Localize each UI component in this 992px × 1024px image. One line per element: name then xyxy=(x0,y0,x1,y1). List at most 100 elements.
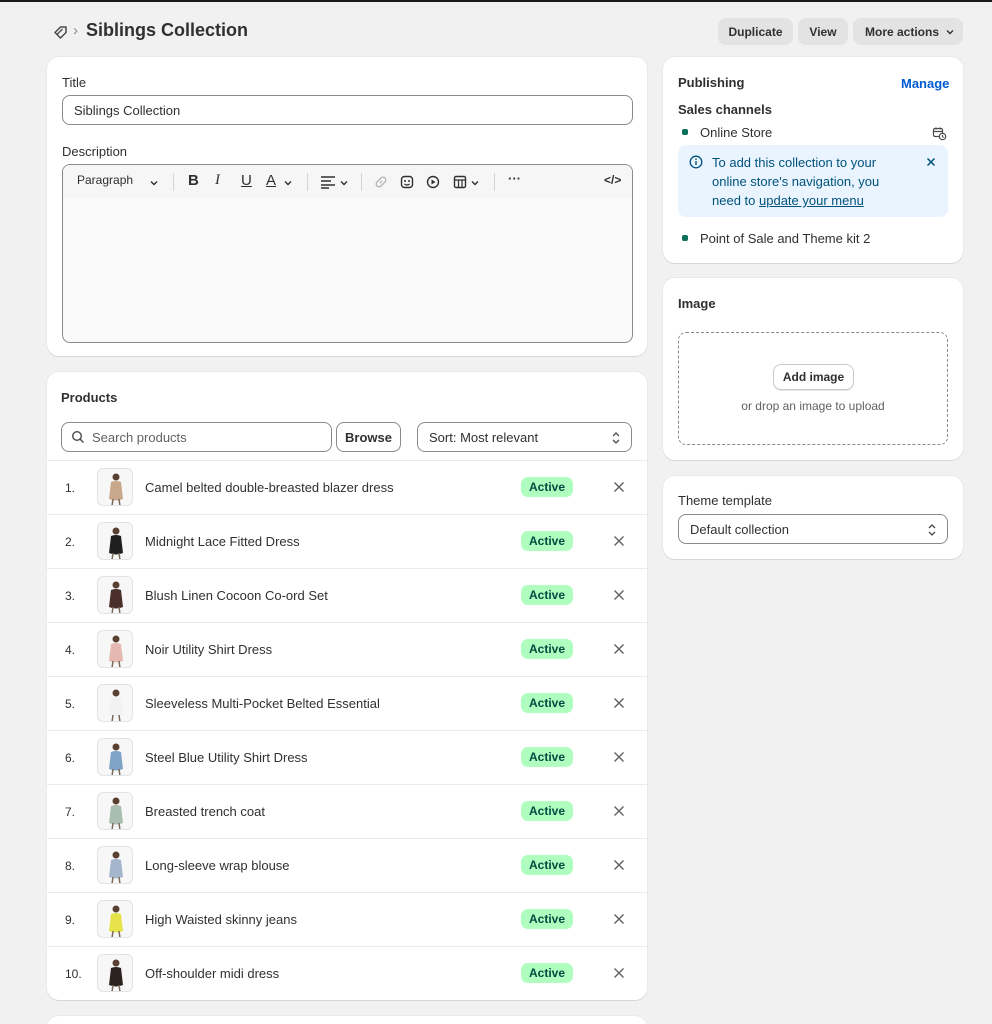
close-icon[interactable] xyxy=(926,157,936,167)
italic-button[interactable]: I xyxy=(215,172,220,189)
product-index: 10. xyxy=(65,967,82,981)
channel-online-store: Online Store xyxy=(700,125,773,140)
select-arrows-icon xyxy=(928,524,936,536)
remove-product-icon[interactable] xyxy=(610,478,628,496)
more-formatting-button[interactable]: ··· xyxy=(508,171,521,186)
product-row[interactable]: 5. Sleeveless Multi-Pocket Belted Essenti… xyxy=(47,676,647,730)
product-index: 9. xyxy=(65,913,76,927)
product-index: 1. xyxy=(65,481,76,495)
image-card: Image Add image or drop an image to uplo… xyxy=(663,278,963,460)
product-name[interactable]: Breasted trench coat xyxy=(145,804,265,819)
product-name[interactable]: Noir Utility Shirt Dress xyxy=(145,642,272,657)
editor-toolbar: Paragraph B I U A ··· </> xyxy=(63,165,632,199)
product-name[interactable]: Long-sleeve wrap blouse xyxy=(145,858,290,873)
remove-product-icon[interactable] xyxy=(610,586,628,604)
view-button[interactable]: View xyxy=(798,18,848,45)
product-name[interactable]: High Waisted skinny jeans xyxy=(145,912,297,927)
toolbar-divider xyxy=(173,173,174,191)
product-row[interactable]: 6. Steel Blue Utility Shirt Dress Active xyxy=(47,730,647,784)
description-text-area[interactable] xyxy=(63,199,632,342)
theme-template-card: Theme template Default collection xyxy=(663,476,963,559)
product-row[interactable]: 3. Blush Linen Cocoon Co-ord Set Active xyxy=(47,568,647,622)
product-name[interactable]: Steel Blue Utility Shirt Dress xyxy=(145,750,308,765)
theme-template-select[interactable]: Default collection xyxy=(678,514,948,544)
remove-product-icon[interactable] xyxy=(610,856,628,874)
product-row[interactable]: 7. Breasted trench coat Active xyxy=(47,784,647,838)
status-badge: Active xyxy=(521,585,574,605)
title-label: Title xyxy=(62,75,87,90)
product-row[interactable]: 9. High Waisted skinny jeans Active xyxy=(47,892,647,946)
product-name[interactable]: Midnight Lace Fitted Dress xyxy=(145,534,300,549)
product-thumbnail xyxy=(97,954,133,992)
search-products-input[interactable]: Search products xyxy=(61,422,332,452)
remove-product-icon[interactable] xyxy=(610,748,628,766)
product-index: 6. xyxy=(65,751,76,765)
product-model-figure xyxy=(109,959,123,991)
product-thumbnail xyxy=(97,738,133,776)
remove-product-icon[interactable] xyxy=(610,694,628,712)
status-badge: Active xyxy=(521,477,574,497)
link-icon[interactable] xyxy=(374,175,388,189)
product-name[interactable]: Camel belted double-breasted blazer dres… xyxy=(145,480,394,495)
product-name[interactable]: Off-shoulder midi dress xyxy=(145,966,279,981)
title-input-value: Siblings Collection xyxy=(74,102,181,118)
search-icon xyxy=(71,430,84,443)
banner-message: To add this collection to your online st… xyxy=(712,153,908,210)
remove-product-icon[interactable] xyxy=(610,964,628,982)
product-model-figure xyxy=(109,527,123,559)
image-heading: Image xyxy=(678,296,716,311)
publishing-heading: Publishing xyxy=(678,75,745,90)
product-model-figure xyxy=(109,905,123,937)
bold-button[interactable]: B xyxy=(188,172,199,189)
product-model-figure xyxy=(109,581,123,613)
product-index: 2. xyxy=(65,535,76,549)
image-dropzone[interactable]: Add image or drop an image to upload xyxy=(678,332,948,445)
channel-status-dot xyxy=(682,235,688,241)
image-insert-icon[interactable] xyxy=(400,175,414,189)
product-row[interactable]: 2. Midnight Lace Fitted Dress Active xyxy=(47,514,647,568)
product-name[interactable]: Sleeveless Multi-Pocket Belted Essential xyxy=(145,696,380,711)
remove-product-icon[interactable] xyxy=(610,640,628,658)
next-card xyxy=(47,1016,647,1024)
title-input[interactable]: Siblings Collection xyxy=(62,95,633,125)
remove-product-icon[interactable] xyxy=(610,532,628,550)
browse-button[interactable]: Browse xyxy=(336,422,401,452)
status-badge: Active xyxy=(521,909,574,929)
breadcrumb-separator: › xyxy=(73,22,78,39)
product-row[interactable]: 1. Camel belted double-breasted blazer dr… xyxy=(47,460,647,514)
table-insert-icon[interactable] xyxy=(453,175,467,189)
text-color-button[interactable]: A xyxy=(266,172,276,189)
status-badge: Active xyxy=(521,639,574,659)
description-editor[interactable]: Paragraph B I U A ··· </> xyxy=(62,164,633,343)
product-model-figure xyxy=(109,473,123,505)
sort-select[interactable]: Sort: Most relevant xyxy=(417,422,632,452)
manage-link[interactable]: Manage xyxy=(901,76,949,91)
video-insert-icon[interactable] xyxy=(426,175,440,189)
collection-tag-icon[interactable] xyxy=(52,23,70,41)
paragraph-format-select[interactable]: Paragraph xyxy=(77,173,133,187)
align-left-icon[interactable] xyxy=(320,175,336,189)
duplicate-button[interactable]: Duplicate xyxy=(718,18,793,45)
product-thumbnail xyxy=(97,792,133,830)
more-actions-button[interactable]: More actions xyxy=(853,18,963,45)
remove-product-icon[interactable] xyxy=(610,910,628,928)
product-row[interactable]: 4. Noir Utility Shirt Dress Active xyxy=(47,622,647,676)
product-row[interactable]: 10. Off-shoulder midi dress Active xyxy=(47,946,647,1000)
page-header: › Siblings Collection Duplicate View Mor… xyxy=(0,2,992,60)
underline-button[interactable]: U xyxy=(241,172,252,189)
page-title: Siblings Collection xyxy=(86,20,249,40)
show-html-button[interactable]: </> xyxy=(604,173,621,187)
product-thumbnail xyxy=(97,468,133,506)
product-model-figure xyxy=(109,635,123,667)
status-badge: Active xyxy=(521,801,574,821)
details-card: Title Siblings Collection Description Pa… xyxy=(47,57,647,356)
schedule-calendar-icon[interactable] xyxy=(932,126,947,141)
update-menu-link[interactable]: update your menu xyxy=(759,193,864,208)
product-name[interactable]: Blush Linen Cocoon Co-ord Set xyxy=(145,588,328,603)
remove-product-icon[interactable] xyxy=(610,802,628,820)
product-row[interactable]: 8. Long-sleeve wrap blouse Active xyxy=(47,838,647,892)
status-badge: Active xyxy=(521,747,574,767)
status-badge: Active xyxy=(521,531,574,551)
chevron-down-icon xyxy=(150,181,158,186)
add-image-button[interactable]: Add image xyxy=(773,364,854,390)
